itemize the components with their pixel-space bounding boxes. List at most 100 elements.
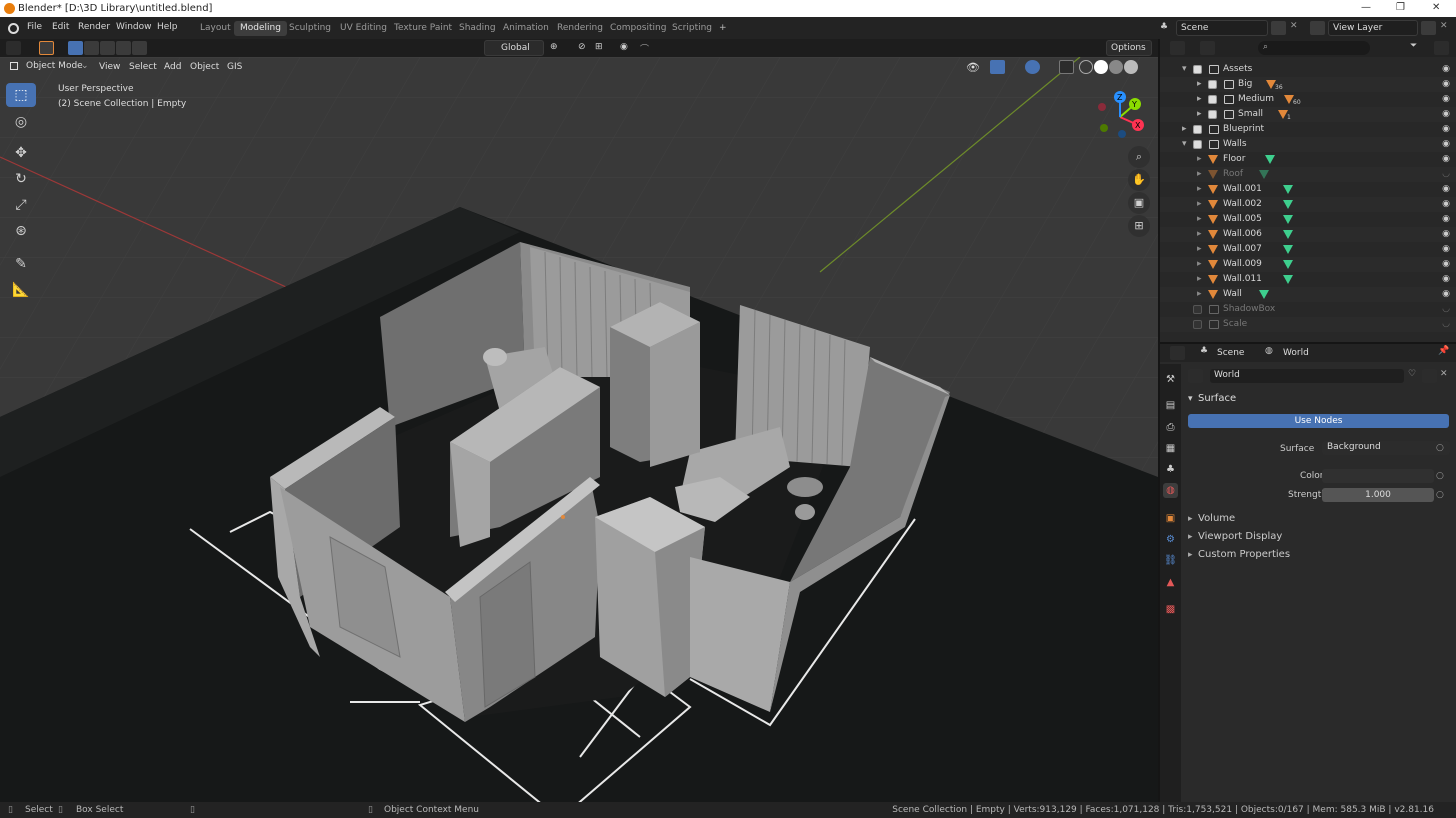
- unlink-world-icon[interactable]: ✕: [1440, 369, 1448, 379]
- eye-icon[interactable]: ◉: [1442, 199, 1450, 209]
- scene-selector[interactable]: Scene: [1176, 20, 1268, 36]
- expand-right-icon[interactable]: ▸: [1197, 244, 1202, 254]
- select-mode-new-icon[interactable]: [68, 41, 83, 55]
- maximize-button[interactable]: ❐: [1396, 2, 1405, 13]
- solid-shading-icon[interactable]: [1094, 60, 1108, 74]
- wireframe-shading-icon[interactable]: [1079, 60, 1093, 74]
- object-tab-icon[interactable]: ▣: [1163, 511, 1178, 526]
- exclude-checkbox[interactable]: [1208, 95, 1217, 104]
- outliner-item-label[interactable]: Roof: [1223, 169, 1243, 179]
- expand-right-icon[interactable]: ▸: [1197, 289, 1202, 299]
- move-tool[interactable]: ✥: [6, 141, 36, 165]
- remove-view-layer-icon[interactable]: ✕: [1440, 21, 1448, 31]
- blender-menu-icon[interactable]: [8, 23, 19, 34]
- outliner-row[interactable]: ▸ Wall ◉: [1160, 287, 1456, 302]
- measure-tool[interactable]: 📐: [6, 278, 36, 302]
- exclude-checkbox[interactable]: [1193, 65, 1202, 74]
- mode-dropdown[interactable]: Object Mode ⌄: [6, 59, 90, 75]
- pivot-point-icon[interactable]: ⊕: [550, 42, 558, 52]
- rotate-tool[interactable]: ↻: [6, 167, 36, 191]
- snap-target-icon[interactable]: ⊞: [595, 42, 603, 52]
- exclude-checkbox[interactable]: [1208, 110, 1217, 119]
- color-link-icon[interactable]: ○: [1436, 471, 1444, 481]
- eye-icon[interactable]: ◉: [1442, 244, 1450, 254]
- falloff-icon[interactable]: ⌒: [640, 42, 649, 55]
- expand-down-icon[interactable]: ▾: [1182, 64, 1187, 74]
- eye-icon[interactable]: ◉: [1442, 109, 1450, 119]
- annotate-tool[interactable]: ✎: [6, 252, 36, 276]
- strength-field[interactable]: 1.000: [1322, 488, 1434, 502]
- menu-view[interactable]: View: [99, 62, 120, 72]
- object-data-tab-icon[interactable]: ▲: [1163, 575, 1178, 590]
- tab-compositing[interactable]: Compositing: [604, 21, 672, 36]
- display-mode-icon[interactable]: [1200, 41, 1215, 55]
- menu-edit[interactable]: Edit: [52, 22, 69, 32]
- select-mode-subtract-icon[interactable]: [100, 41, 115, 55]
- menu-object[interactable]: Object: [190, 62, 219, 72]
- expand-right-icon[interactable]: ▸: [1197, 79, 1202, 89]
- 3d-viewport[interactable]: Object Mode ⌄ View Select Add Object GIS…: [0, 57, 1158, 802]
- outliner-search-input[interactable]: ⌕: [1258, 41, 1370, 55]
- rendered-shading-icon[interactable]: [1124, 60, 1138, 74]
- gizmo-toggle-icon[interactable]: [990, 60, 1005, 74]
- outliner-row[interactable]: ▸ Wall.005 ◉: [1160, 212, 1456, 227]
- outliner-row[interactable]: ▸ Blueprint ◉: [1160, 122, 1456, 137]
- expand-right-icon[interactable]: ▸: [1182, 124, 1187, 134]
- expand-right-icon[interactable]: ▸: [1197, 94, 1202, 104]
- expand-right-icon[interactable]: ▸: [1197, 154, 1202, 164]
- tab-animation[interactable]: Animation: [497, 21, 555, 36]
- outliner-row[interactable]: Scale ◡: [1160, 317, 1456, 332]
- new-collection-icon[interactable]: [1434, 41, 1449, 55]
- exclude-checkbox[interactable]: [1193, 305, 1202, 314]
- eye-icon[interactable]: ◉: [1442, 64, 1450, 74]
- cursor-tool[interactable]: ◎: [6, 110, 36, 134]
- menu-render[interactable]: Render: [78, 22, 110, 32]
- menu-window[interactable]: Window: [116, 22, 152, 32]
- render-tab-icon[interactable]: ▤: [1163, 398, 1178, 413]
- outliner-item-label[interactable]: Wall.005: [1223, 214, 1262, 224]
- outliner-row[interactable]: ▾ Walls ◉: [1160, 137, 1456, 152]
- view-layer-selector[interactable]: View Layer: [1328, 20, 1418, 36]
- outliner-row[interactable]: ▸ Big 36 ◉: [1160, 77, 1456, 92]
- expand-right-icon[interactable]: ▸: [1197, 109, 1202, 119]
- eye-icon[interactable]: ◉: [1442, 154, 1450, 164]
- expand-right-icon[interactable]: ▸: [1197, 214, 1202, 224]
- material-shading-icon[interactable]: [1109, 60, 1123, 74]
- outliner-item-label[interactable]: Wall.001: [1223, 184, 1262, 194]
- exclude-checkbox[interactable]: [1193, 140, 1202, 149]
- outliner-row[interactable]: ▸ Small 1 ◉: [1160, 107, 1456, 122]
- world-name-field[interactable]: World: [1210, 369, 1404, 383]
- editor-type-icon[interactable]: [6, 41, 21, 55]
- modifiers-tab-icon[interactable]: ⚙: [1163, 532, 1178, 547]
- zoom-view-icon[interactable]: ⌕: [1128, 146, 1150, 168]
- outliner-item-label[interactable]: Floor: [1223, 154, 1245, 164]
- eye-icon[interactable]: ◉: [1442, 94, 1450, 104]
- select-tool-icon[interactable]: [39, 41, 54, 55]
- outliner-item-label[interactable]: Scale: [1223, 319, 1247, 329]
- camera-view-icon[interactable]: ▣: [1128, 192, 1150, 214]
- outliner-item-label[interactable]: ShadowBox: [1223, 304, 1275, 314]
- eye-icon[interactable]: ◉: [1442, 289, 1450, 299]
- outliner-editor-icon[interactable]: [1170, 41, 1185, 55]
- viewport-display-expand-icon[interactable]: ▸: [1188, 532, 1193, 542]
- scale-tool[interactable]: ⤢: [6, 193, 36, 217]
- outliner-item-label[interactable]: Small: [1238, 109, 1263, 119]
- viewport-display-section-label[interactable]: Viewport Display: [1198, 531, 1282, 542]
- exclude-checkbox[interactable]: [1193, 125, 1202, 134]
- menu-select[interactable]: Select: [129, 62, 157, 72]
- world-browse-icon[interactable]: [1188, 369, 1203, 383]
- custom-properties-expand-icon[interactable]: ▸: [1188, 550, 1193, 560]
- view-layer-tab-icon[interactable]: ▦: [1163, 441, 1178, 456]
- close-window-button[interactable]: ✕: [1432, 2, 1440, 13]
- xray-toggle-icon[interactable]: [1059, 60, 1074, 74]
- output-tab-icon[interactable]: ⎙: [1163, 420, 1178, 435]
- menu-add[interactable]: Add: [164, 62, 181, 72]
- expand-right-icon[interactable]: ▸: [1197, 274, 1202, 284]
- expand-down-icon[interactable]: ▾: [1182, 139, 1187, 149]
- visibility-icon[interactable]: 👁: [966, 61, 980, 74]
- outliner-item-label[interactable]: Medium: [1238, 94, 1274, 104]
- outliner-item-label[interactable]: Assets: [1223, 64, 1252, 74]
- select-mode-intersect-icon[interactable]: [132, 41, 147, 55]
- minimize-button[interactable]: —: [1361, 2, 1371, 13]
- outliner-row[interactable]: ▸ Medium 60 ◉: [1160, 92, 1456, 107]
